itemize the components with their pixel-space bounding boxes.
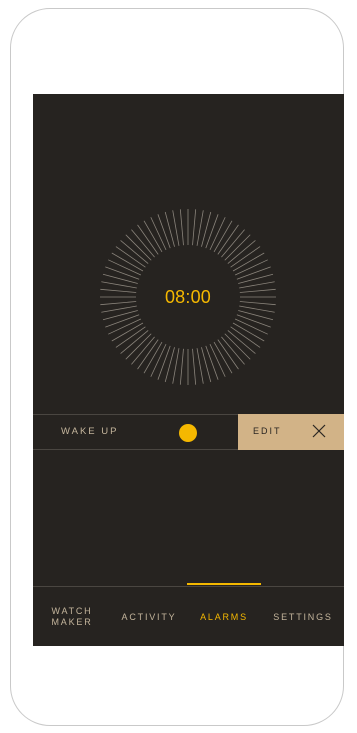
edit-button[interactable]: EDIT	[253, 426, 282, 436]
clock-dial[interactable]: 08:00	[99, 208, 277, 386]
active-tab-indicator	[187, 583, 261, 585]
nav-activity[interactable]: ACTIVITY	[115, 587, 183, 646]
edit-panel: EDIT	[238, 414, 344, 450]
alarm-time: 08:00	[164, 286, 212, 307]
close-icon[interactable]	[311, 423, 327, 439]
nav-watch-maker[interactable]: WATCH MAKER	[41, 587, 103, 646]
alarm-toggle[interactable]	[179, 424, 197, 442]
nav-settings[interactable]: SETTINGS	[267, 587, 339, 646]
app-screen: 08:00 WAKE UP EDIT WATCH MAKER ACTIVITY A…	[33, 94, 344, 646]
alarm-row[interactable]: WAKE UP EDIT	[33, 414, 344, 450]
alarm-label: WAKE UP	[61, 426, 119, 437]
nav-watch-maker-label: WATCH MAKER	[51, 606, 93, 627]
bottom-nav: WATCH MAKER ACTIVITY ALARMS SETTINGS	[33, 583, 344, 646]
nav-alarms[interactable]: ALARMS	[193, 587, 255, 646]
